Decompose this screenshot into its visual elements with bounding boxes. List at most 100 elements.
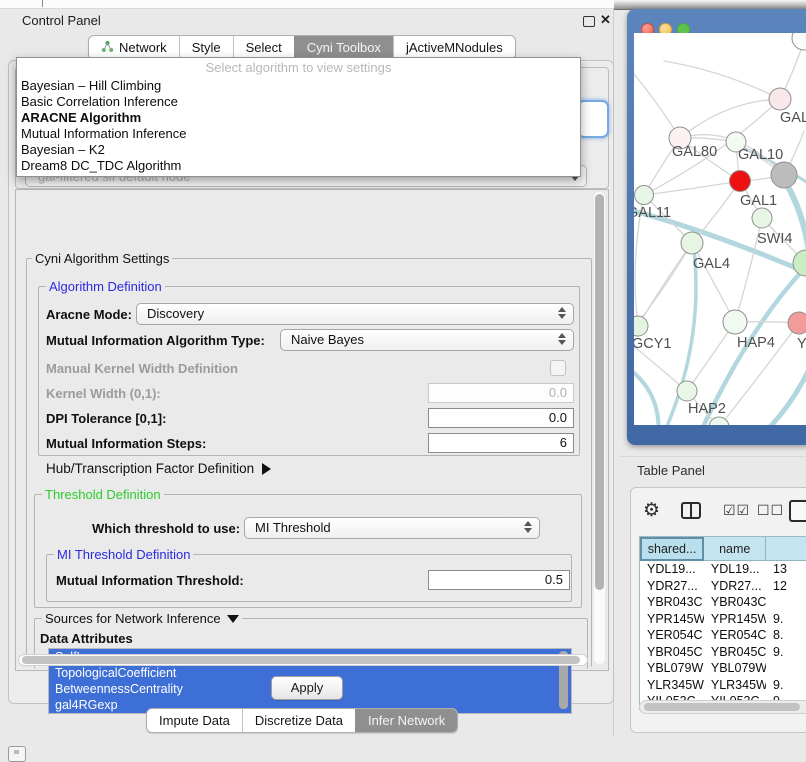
dpi-tolerance-label: DPI Tolerance [0,1]: [46, 411, 166, 426]
table-cell[interactable]: YDR27... [704, 578, 766, 595]
network-node[interactable] [771, 162, 797, 188]
table-row[interactable]: YDL19...YDL19...13 [640, 561, 806, 578]
table-cell[interactable]: YBR043C [640, 594, 704, 611]
mi-threshold-field[interactable]: 0.5 [428, 570, 570, 590]
table-cell[interactable]: 9. [766, 611, 806, 628]
sources-group-title[interactable]: Sources for Network Inference [42, 611, 242, 626]
table-row[interactable]: YBL079WYBL079W [640, 660, 806, 677]
tab-style[interactable]: Style [179, 36, 233, 59]
tab-discretize-data[interactable]: Discretize Data [242, 709, 355, 732]
network-edge[interactable] [680, 99, 780, 138]
network-node[interactable] [681, 232, 703, 254]
table-row[interactable]: YBR043CYBR043C [640, 594, 806, 611]
table-cell[interactable]: YBL079W [640, 660, 704, 677]
network-edge[interactable] [634, 365, 659, 425]
settings-hscrollbar[interactable] [18, 654, 588, 666]
network-node[interactable] [634, 316, 648, 336]
table-cell[interactable]: YBL079W [704, 660, 766, 677]
network-edge[interactable] [664, 61, 780, 99]
dpi-tolerance-field[interactable]: 0.0 [428, 408, 574, 428]
table-cell[interactable]: YDL19... [640, 561, 704, 578]
table-cell[interactable]: YBR045C [640, 644, 704, 661]
network-edge[interactable] [786, 183, 806, 261]
table-cell[interactable]: 8. [766, 627, 806, 644]
table-hscrollbar[interactable] [639, 700, 806, 714]
settings-vscrollbar[interactable] [594, 192, 605, 664]
table-row[interactable]: YLR345WYLR345W9. [640, 677, 806, 694]
network-edge[interactable] [692, 243, 735, 322]
table-row[interactable]: YER054CYER054C8. [640, 627, 806, 644]
scrollbar-thumb[interactable] [22, 656, 580, 664]
deselect-all-icon[interactable]: ☐☐ [757, 502, 784, 519]
tab-network[interactable]: Network [89, 36, 179, 59]
table-panel-title: Table Panel [637, 463, 705, 478]
table-cell[interactable] [766, 660, 806, 677]
table-cell[interactable]: 9. [766, 644, 806, 661]
network-node[interactable] [788, 312, 806, 334]
column-header-shared-name[interactable]: shared... [640, 537, 704, 561]
table-cell[interactable]: YBR045C [704, 644, 766, 661]
mi-type-combo[interactable]: Naive Bayes [280, 329, 574, 351]
network-node[interactable] [677, 381, 697, 401]
table-row[interactable]: YBR045CYBR045C9. [640, 644, 806, 661]
table-cell[interactable]: 13 [766, 561, 806, 578]
algorithm-option-selected[interactable]: ARACNE Algorithm [17, 110, 580, 126]
minimized-panel-icon[interactable] [8, 746, 26, 762]
table-cell[interactable]: YPR145W [704, 611, 766, 628]
column-header-name[interactable]: name [704, 537, 766, 561]
network-edge[interactable] [692, 181, 740, 243]
which-threshold-combo[interactable]: MI Threshold [244, 517, 540, 539]
aracne-mode-combo[interactable]: Discovery [136, 303, 574, 325]
tab-select[interactable]: Select [233, 36, 294, 59]
gear-icon[interactable]: ⚙ [643, 500, 660, 522]
network-edge[interactable] [730, 363, 806, 425]
network-canvas[interactable]: GAL7GAL80GAL10GAL1GAL11SWI4GAL4GCY1HAP4Y… [634, 33, 806, 425]
table-cell[interactable]: YER054C [640, 627, 704, 644]
table-row[interactable]: YPR145WYPR145W9. [640, 611, 806, 628]
manual-kernel-checkbox[interactable] [550, 360, 566, 376]
apply-button[interactable]: Apply [271, 676, 343, 700]
network-edge[interactable] [634, 67, 680, 138]
tab-impute-data[interactable]: Impute Data [147, 709, 242, 732]
table-cell[interactable]: YPR145W [640, 611, 704, 628]
network-node[interactable] [752, 208, 772, 228]
mi-steps-field[interactable]: 6 [428, 433, 574, 453]
column-header-partial[interactable] [766, 537, 806, 561]
new-table-icon[interactable] [789, 500, 806, 522]
tab-cyni-toolbox[interactable]: Cyni Toolbox [294, 36, 393, 59]
network-node[interactable] [723, 310, 747, 334]
algorithm-option[interactable]: Bayesian – Hill Climbing [17, 78, 580, 94]
network-edge[interactable] [644, 181, 740, 195]
table-cell[interactable]: 12 [766, 578, 806, 595]
panel-title: Control Panel [22, 13, 101, 28]
table-cell[interactable]: 9. [766, 677, 806, 694]
network-node[interactable] [793, 250, 806, 276]
algorithm-option[interactable]: Mutual Information Inference [17, 126, 580, 142]
select-all-icon[interactable]: ☑☑ [723, 502, 750, 519]
network-node[interactable] [792, 33, 806, 50]
table-cell[interactable] [766, 594, 806, 611]
table-cell[interactable]: YDL19... [704, 561, 766, 578]
network-node[interactable] [635, 186, 654, 205]
tab-jactivemnodules[interactable]: jActiveMNodules [393, 36, 515, 59]
algorithm-option[interactable]: Bayesian – K2 [17, 142, 580, 158]
algorithm-option[interactable]: Dream8 DC_TDC Algorithm [17, 158, 580, 174]
table-row[interactable]: YDR27...YDR27...12 [640, 578, 806, 595]
network-node[interactable] [730, 171, 751, 192]
algorithm-combobox[interactable] [577, 100, 609, 138]
table-cell[interactable]: YLR345W [704, 677, 766, 694]
table-cell[interactable]: YBR043C [704, 594, 766, 611]
close-panel-icon[interactable]: ✕ [600, 12, 611, 28]
tab-infer-network[interactable]: Infer Network [355, 709, 457, 732]
float-panel-icon[interactable] [583, 16, 595, 27]
network-node[interactable] [769, 88, 791, 110]
scrollbar-thumb[interactable] [644, 703, 800, 711]
table-cell[interactable]: YDR27... [640, 578, 704, 595]
kernel-width-field[interactable]: 0.0 [428, 383, 574, 403]
algorithm-option[interactable]: Basic Correlation Inference [17, 94, 580, 110]
table-cell[interactable]: YLR345W [640, 677, 704, 694]
table-cell[interactable]: YER054C [704, 627, 766, 644]
hub-definition-toggle[interactable]: Hub/Transcription Factor Definition [46, 461, 271, 476]
columns-icon[interactable] [681, 502, 701, 519]
scrollbar-thumb[interactable] [595, 194, 604, 590]
